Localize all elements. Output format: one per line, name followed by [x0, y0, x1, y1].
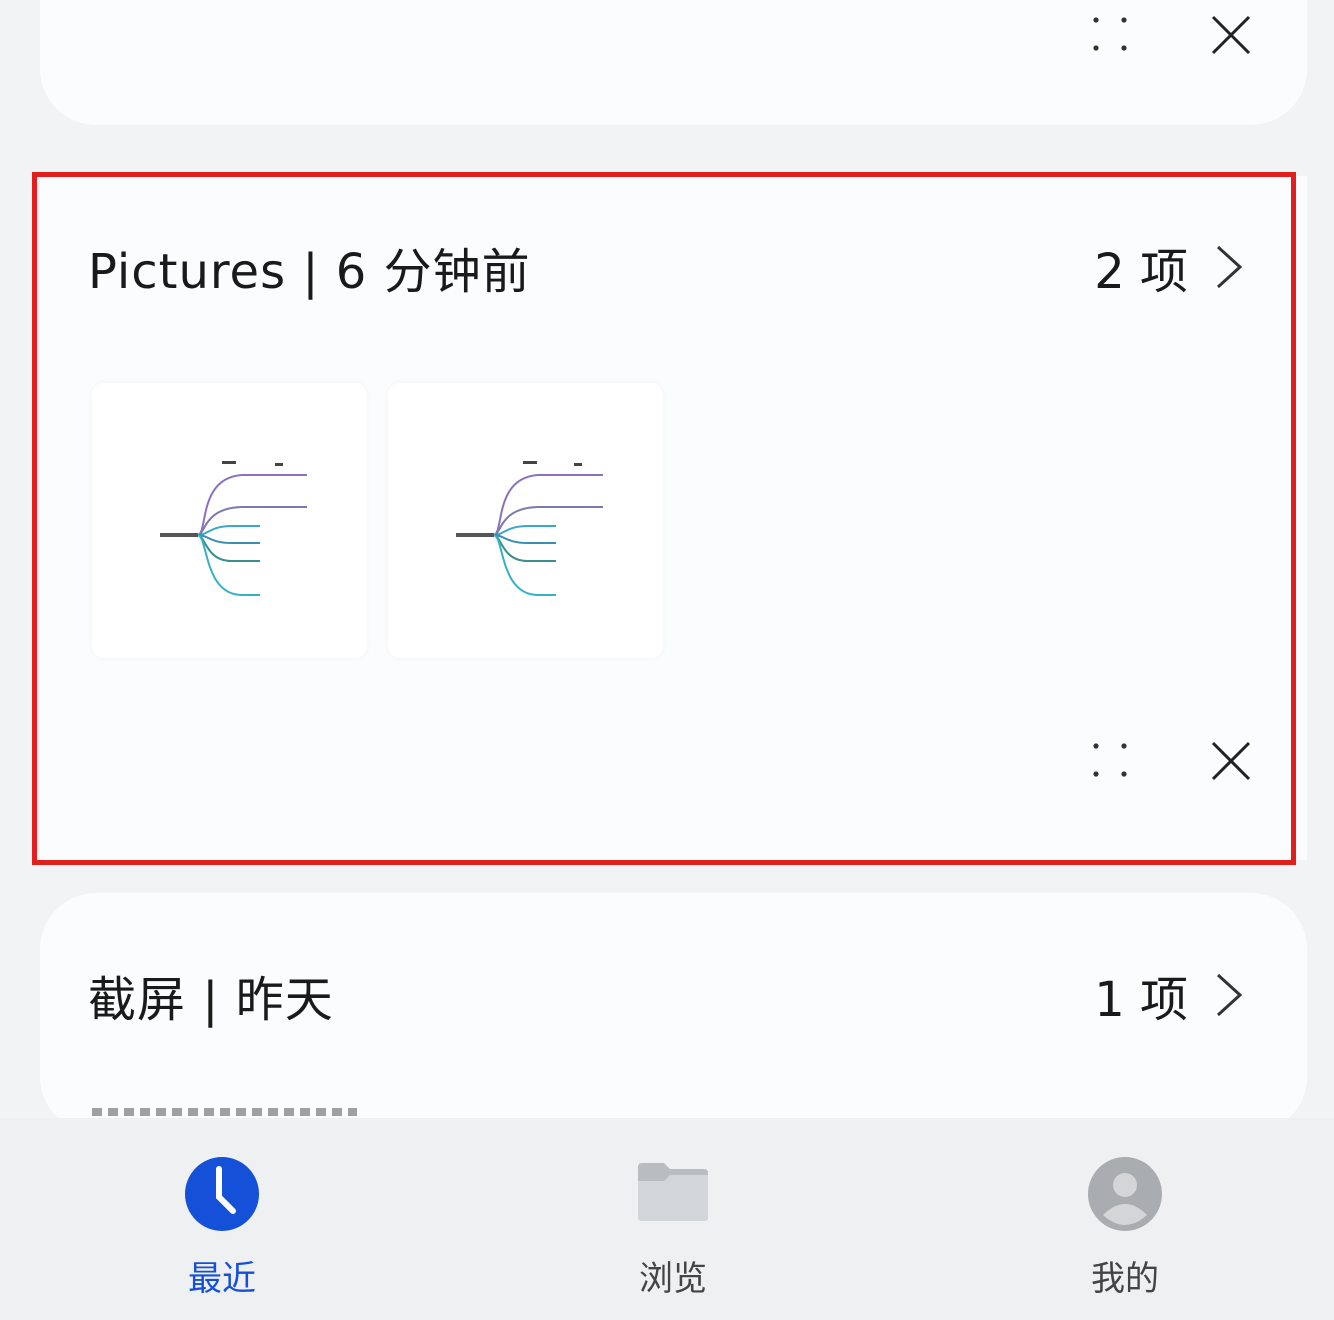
screenshots-group-header[interactable]: 截屏 | 昨天 1 项	[88, 960, 1250, 1030]
folder-icon	[638, 1163, 708, 1221]
tab-mine[interactable]: 我的	[1035, 1155, 1215, 1300]
group-count[interactable]: 1 项	[1094, 960, 1250, 1030]
tab-recent[interactable]: 最近	[132, 1155, 312, 1300]
mindmap-thumbnail-image	[456, 461, 603, 596]
group-title: 截屏 | 昨天	[88, 972, 334, 1028]
image-thumbnail[interactable]	[388, 383, 663, 658]
group-title: Pictures | 6 分钟前	[88, 244, 531, 300]
drag-handle-pictures[interactable]	[1090, 740, 1130, 784]
tab-label: 浏览	[639, 1259, 707, 1299]
tab-browse[interactable]: 浏览	[583, 1155, 763, 1300]
mindmap-thumbnail-image	[160, 461, 307, 596]
grip-icon	[1093, 17, 1127, 51]
chevron-right-icon	[1216, 973, 1243, 1017]
close-button-previous[interactable]	[1210, 14, 1252, 60]
image-thumbnail[interactable]	[92, 383, 367, 658]
tab-label: 我的	[1091, 1259, 1159, 1299]
group-count-label: 2 项	[1094, 244, 1188, 300]
user-avatar-icon	[1088, 1157, 1162, 1231]
tab-label: 最近	[188, 1259, 256, 1299]
group-count[interactable]: 2 项	[1094, 232, 1250, 302]
close-icon	[1211, 741, 1251, 781]
recent-files-page: Pictures | 6 分钟前 2 项 截屏 | 昨天 1 项 最近 浏览 我…	[0, 0, 1334, 1320]
clock-icon	[185, 1157, 259, 1231]
truncated-content-preview	[92, 1108, 357, 1116]
group-count-label: 1 项	[1094, 972, 1188, 1028]
grip-icon	[1093, 743, 1127, 777]
drag-handle-previous[interactable]	[1090, 14, 1130, 58]
pictures-group-header[interactable]: Pictures | 6 分钟前 2 项	[88, 232, 1250, 302]
close-icon	[1211, 15, 1251, 55]
close-button-pictures[interactable]	[1210, 740, 1252, 786]
chevron-right-icon	[1216, 245, 1243, 289]
